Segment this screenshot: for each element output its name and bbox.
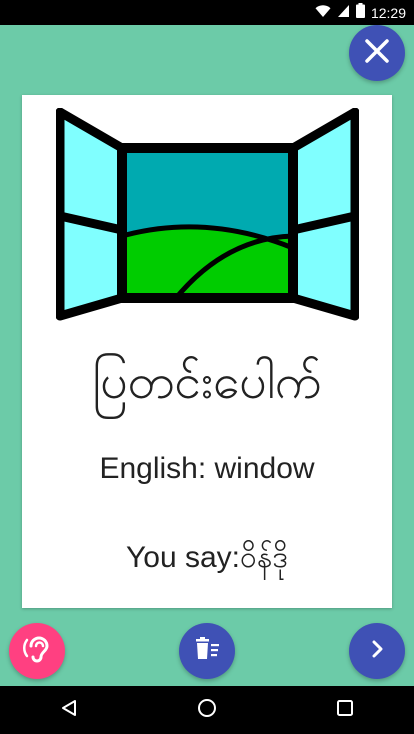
close-icon — [364, 38, 390, 68]
ear-icon — [22, 634, 52, 668]
english-translation: English: window — [99, 452, 315, 485]
chevron-right-icon — [366, 638, 388, 664]
close-button[interactable] — [349, 25, 405, 81]
delete-list-icon — [193, 635, 221, 667]
navigation-bar — [0, 686, 414, 734]
window-illustration — [56, 108, 359, 321]
status-time: 12:29 — [370, 4, 406, 21]
battery-icon — [355, 3, 365, 22]
back-triangle-icon — [60, 699, 78, 721]
pronunciation-line: You say:ဝိန်ဒို — [126, 541, 288, 574]
recents-button[interactable] — [315, 686, 375, 734]
listen-button[interactable] — [9, 623, 65, 679]
delete-button[interactable] — [179, 623, 235, 679]
status-icons: 12:29 — [315, 0, 406, 25]
flashcard: ပြတင်းပေါက် English: window You say:ဝိန်… — [22, 95, 392, 608]
cell-signal-icon — [337, 4, 350, 22]
back-button[interactable] — [39, 686, 99, 734]
wifi-icon — [315, 4, 331, 22]
recents-square-icon — [336, 699, 354, 721]
native-word: ပြတင်းပေါက် — [92, 354, 322, 410]
next-button[interactable] — [349, 623, 405, 679]
home-circle-icon — [197, 698, 217, 722]
status-bar: 12:29 — [0, 0, 414, 25]
home-button[interactable] — [177, 686, 237, 734]
